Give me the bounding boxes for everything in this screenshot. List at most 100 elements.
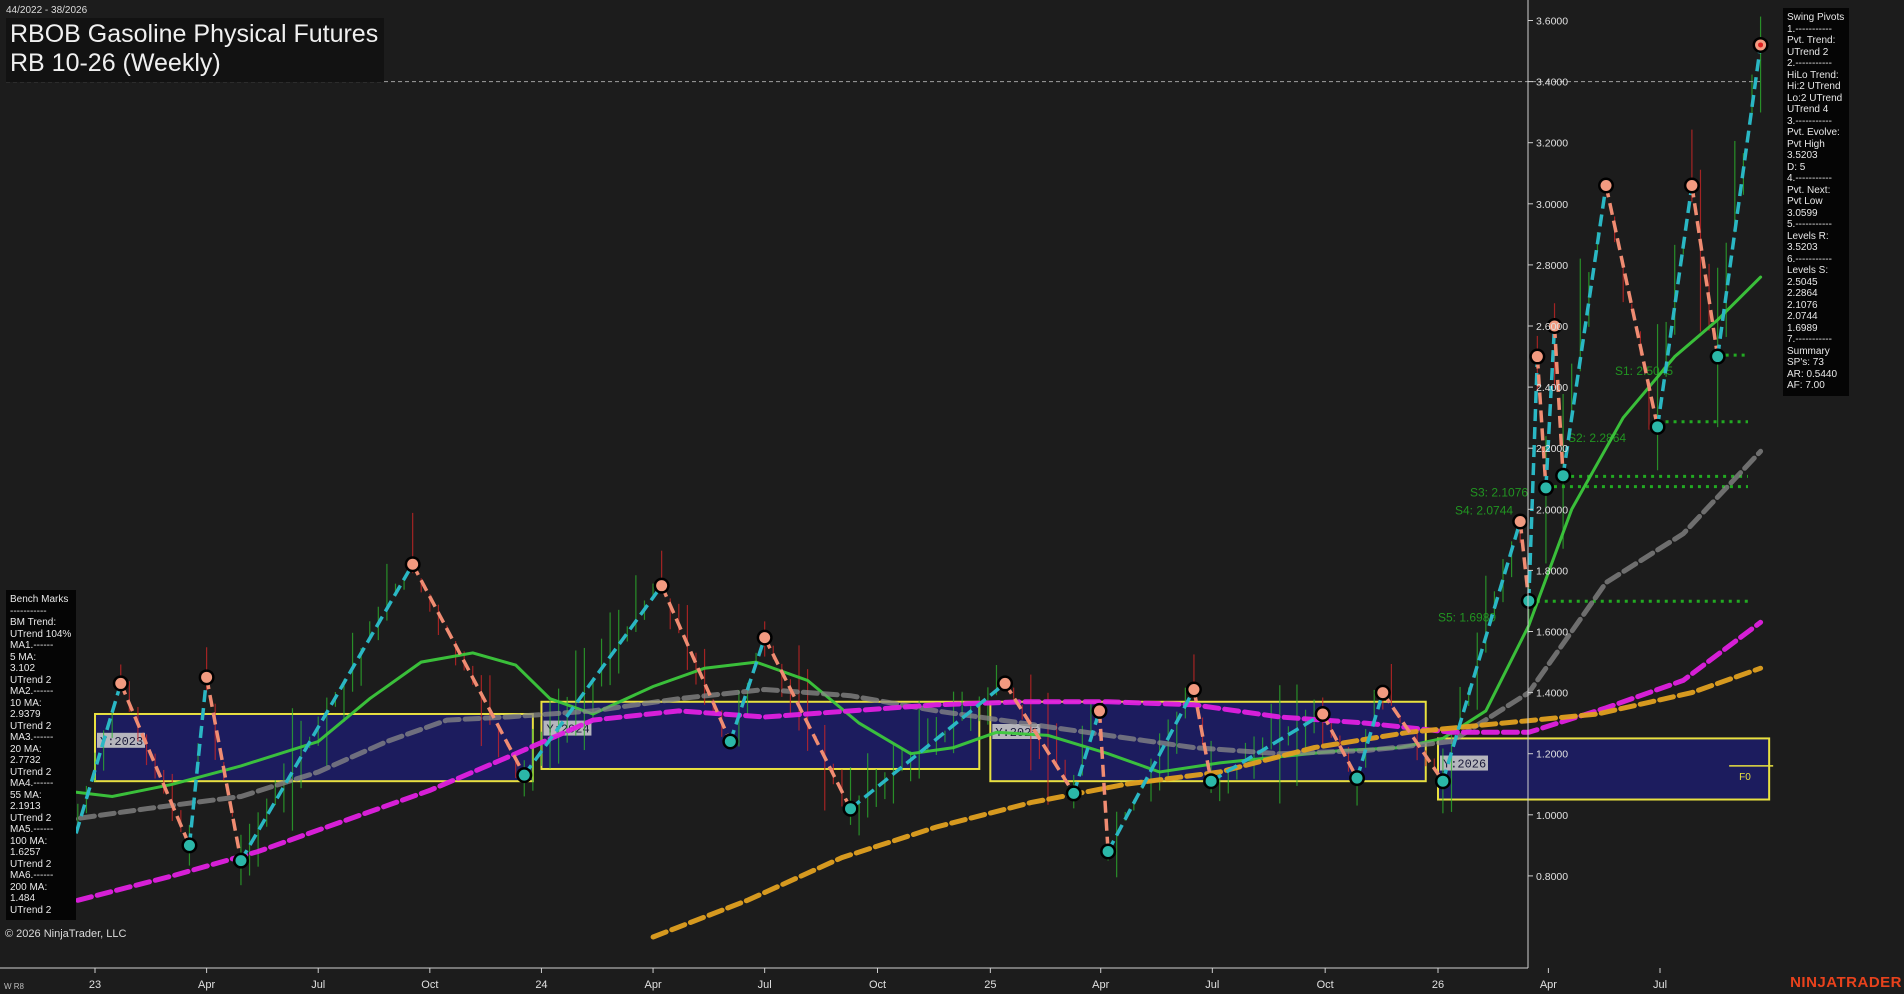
benchmark-line: MA6.------: [10, 870, 54, 881]
pivot-info-line: Pvt. Evolve:: [1787, 127, 1840, 138]
x-tick-label: 24: [535, 979, 547, 991]
benchmark-line: 3.102: [10, 663, 36, 674]
pivot-info-line: 2.2864: [1787, 288, 1818, 299]
benchmark-line: UTrend 2: [10, 674, 52, 686]
benchmark-line: MA5.------: [10, 824, 54, 835]
benchmark-line: BM Trend:: [10, 617, 57, 628]
pivot-low-marker: [1437, 775, 1449, 787]
pivot-info-line: UTrend 2: [1787, 46, 1829, 58]
y-tick-label: 0.8000: [1536, 871, 1568, 883]
pivot-high-marker: [115, 677, 127, 689]
pivot-info-line: 1.6989: [1787, 322, 1818, 334]
pivot-low-marker: [1540, 482, 1552, 494]
y-tick-label: 1.6000: [1536, 627, 1568, 639]
pivot-high-marker: [1188, 684, 1200, 696]
pivot-info-line: 3.5203: [1787, 150, 1818, 161]
pivot-info-line: UTrend 4: [1787, 104, 1829, 115]
y-tick-label: 3.2000: [1536, 138, 1568, 150]
benchmark-line: MA4.------: [10, 778, 54, 789]
x-tick-label: Jul: [311, 979, 325, 991]
pivot-info-line: 2.-----------: [1787, 58, 1832, 69]
pivot-high-marker: [407, 558, 419, 570]
pivot-high-marker: [1093, 705, 1105, 717]
pivot-low-marker: [724, 735, 736, 747]
benchmark-line: UTrend 2: [10, 812, 52, 824]
pivot-info-line: Lo:2 UTrend: [1787, 92, 1843, 104]
pivot-low-marker: [183, 839, 195, 851]
benchmark-line: 200 MA:: [10, 881, 48, 893]
benchmark-line: 20 MA:: [10, 743, 42, 755]
pivot-info-line: 5.-----------: [1787, 219, 1832, 230]
price-chart[interactable]: Y:2023Y:2024 Y:2025Y:2026F0 S1: 2.5045S2:…: [0, 0, 1904, 994]
chart-title-box: RBOB Gasoline Physical Futures RB 10-26 …: [6, 18, 385, 82]
pivot-info-line: 2.5045: [1787, 276, 1818, 288]
benchmark-line: MA3.------: [10, 732, 54, 743]
benchmark-line: UTrend 2: [10, 904, 52, 916]
benchmark-line: 2.1913: [10, 801, 41, 812]
x-tick-label: 25: [984, 979, 996, 991]
benchmark-line: Bench Marks: [10, 594, 69, 605]
pivot-high-marker: [999, 677, 1011, 689]
pivot-info-line: 1.-----------: [1787, 23, 1832, 35]
benchmark-line: 2.7732: [10, 755, 41, 766]
current-pivot-dot: [1758, 42, 1764, 48]
x-tick-label: Apr: [644, 979, 661, 991]
pivot-info-line: AR: 0.5440: [1787, 368, 1838, 380]
pivot-info-line: HiLo Trend:: [1787, 69, 1839, 81]
benchmark-line: UTrend 2: [10, 766, 52, 778]
support-level-label: S5: 1.6989: [1438, 610, 1496, 624]
pivot-info-line: 3.0599: [1787, 207, 1818, 219]
pivot-high-marker: [656, 580, 668, 592]
pivot-info-line: 2.0744: [1787, 311, 1818, 322]
instrument-title: RBOB Gasoline Physical Futures: [10, 20, 379, 48]
pivot-info-line: 4.-----------: [1787, 173, 1832, 184]
date-range-label: 44/2022 - 38/2026: [6, 5, 88, 16]
benchmark-line: 10 MA:: [10, 697, 42, 709]
pivot-low-marker: [1523, 595, 1535, 607]
ninjatrader-logo: NINJATRADER: [1790, 974, 1902, 991]
x-tick-label: Apr: [1540, 979, 1557, 991]
plot-background: [0, 0, 1904, 994]
pivot-low-marker: [518, 769, 530, 781]
pivot-high-marker: [1531, 351, 1543, 363]
pivot-info-line: AF: 7.00: [1787, 380, 1825, 391]
pivot-info-line: Pvt. Trend:: [1787, 35, 1836, 46]
pivot-info-line: Levels S:: [1787, 265, 1829, 276]
y-tick-label: 3.6000: [1536, 16, 1568, 28]
copyright: © 2026 NinjaTrader, LLC: [5, 928, 127, 940]
pivot-low-marker: [1351, 772, 1363, 784]
benchmark-line: 55 MA:: [10, 789, 42, 801]
pivot-info-line: Pvt. Next:: [1787, 184, 1831, 196]
benchmark-line: UTrend 104%: [10, 628, 72, 640]
y-tick-label: 2.2000: [1536, 443, 1568, 455]
period-indicator: W R8: [4, 982, 24, 991]
y-tick-label: 2.4000: [1536, 382, 1568, 394]
pivot-high-marker: [1317, 708, 1329, 720]
y-tick-label: 1.0000: [1536, 810, 1568, 822]
pivot-info-line: 6.-----------: [1787, 253, 1832, 265]
benchmark-line: UTrend 2: [10, 858, 52, 870]
pivot-info-line: 3.5203: [1787, 242, 1818, 253]
pivot-info-line: Summary: [1787, 345, 1830, 357]
pivot-high-marker: [759, 632, 771, 644]
f0-label: F0: [1739, 772, 1751, 783]
pivot-high-marker: [1514, 516, 1526, 528]
pivot-low-marker: [1068, 787, 1080, 799]
pivot-info-line: Pvt High: [1787, 138, 1825, 150]
benchmark-line: 5 MA:: [10, 651, 37, 663]
pivot-info-line: D: 5: [1787, 161, 1806, 173]
x-tick-label: Jul: [758, 979, 772, 991]
benchmark-line: 2.9379: [10, 709, 41, 720]
support-level-label: S2: 2.2864: [1568, 431, 1626, 445]
x-tick-label: Oct: [1317, 979, 1334, 991]
pivot-low-marker: [1557, 470, 1569, 482]
contract-title: RB 10-26 (Weekly): [10, 49, 221, 77]
y-tick-label: 1.4000: [1536, 688, 1568, 700]
benchmark-line: UTrend 2: [10, 720, 52, 732]
pivot-low-marker: [235, 855, 247, 867]
y-tick-label: 2.6000: [1536, 321, 1568, 333]
pivot-info-line: Pvt Low: [1787, 196, 1823, 207]
pivot-info-line: 3.-----------: [1787, 115, 1832, 127]
pivot-low-marker: [1652, 421, 1664, 433]
y-tick-label: 3.4000: [1536, 77, 1568, 89]
